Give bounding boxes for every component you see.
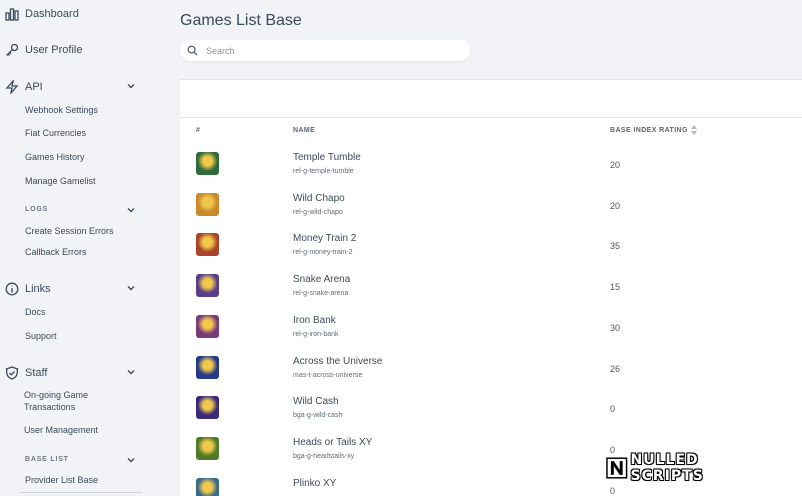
game-rating: 26	[610, 363, 621, 374]
game-thumbnail[interactable]	[196, 314, 219, 338]
table-row[interactable]: Wild Cash bga-g-wild-cash 0	[180, 396, 802, 437]
chevron-down-icon[interactable]	[126, 283, 136, 293]
sidebar-item-docs[interactable]: Docs	[25, 306, 46, 318]
sidebar-item-label: User Profile	[25, 44, 83, 56]
games-table: # NAME BASE INDEX RATING Temple Tumble re…	[180, 118, 802, 496]
watermark-text: NULLED SCRIPTS	[630, 452, 704, 484]
game-name[interactable]: Wild Chapo	[293, 193, 345, 204]
game-rating: 20	[610, 200, 621, 211]
sidebar-section-base-list: BASE LIST	[25, 456, 69, 463]
watermark: NULLED SCRIPTS	[605, 452, 775, 484]
game-thumbnail[interactable]	[196, 477, 219, 496]
game-slug: rel-g-snake-arena	[293, 290, 349, 298]
game-name[interactable]: Heads or Tails XY	[293, 437, 372, 448]
game-thumbnail[interactable]	[196, 274, 219, 298]
sidebar-item-user-management[interactable]: User Management	[24, 424, 98, 436]
column-header-rating[interactable]: BASE INDEX RATING	[610, 127, 688, 134]
game-slug: rel-g-money-train-2	[293, 249, 353, 257]
sidebar-active-indicator	[20, 492, 142, 496]
filter-panel	[180, 79, 802, 118]
game-slug: rel-g-temple-tumble	[293, 168, 354, 175]
game-rating: 0	[610, 404, 616, 415]
sidebar-item-label: Dashboard	[25, 8, 79, 20]
game-thumbnail[interactable]	[196, 233, 219, 257]
game-rating: 30	[610, 322, 621, 333]
game-name[interactable]: Plinko XY	[293, 478, 336, 489]
game-slug: mas-t-across-universe	[293, 371, 363, 379]
column-header-index: #	[196, 127, 201, 134]
sidebar: Dashboard User Profile API Webhook Setti…	[0, 0, 150, 496]
sidebar-item-support[interactable]: Support	[25, 330, 57, 342]
search-input[interactable]	[206, 44, 456, 57]
game-rating: 15	[610, 282, 621, 293]
sidebar-item-dashboard[interactable]: Dashboard	[0, 5, 150, 25]
sidebar-item-label: API	[25, 81, 43, 93]
chevron-down-icon[interactable]	[126, 367, 136, 377]
game-name[interactable]: Temple Tumble	[293, 152, 361, 163]
game-name[interactable]: Wild Cash	[293, 396, 339, 407]
game-slug: rel-g-wild-chapo	[293, 208, 343, 216]
sidebar-item-api[interactable]: API	[0, 78, 150, 98]
game-name[interactable]: Across the Universe	[293, 356, 382, 367]
chevron-down-icon[interactable]	[126, 205, 136, 215]
game-name[interactable]: Snake Arena	[293, 274, 350, 285]
lightning-icon	[5, 80, 19, 94]
sidebar-item-games-history[interactable]: Games History	[25, 151, 85, 163]
game-thumbnail[interactable]	[196, 192, 219, 216]
sidebar-item-provider-list-base[interactable]: Provider List Base	[25, 474, 98, 486]
game-name[interactable]: Money Train 2	[293, 233, 356, 244]
sort-icon[interactable]	[690, 124, 698, 136]
sidebar-item-manage-gamelist[interactable]: Manage Gamelist	[25, 175, 96, 187]
main-content: Games List Base # NAME BASE INDEX RATING…	[180, 0, 802, 496]
sidebar-item-create-session-errors[interactable]: Create Session Errors	[25, 225, 114, 237]
bar-chart-icon	[5, 8, 19, 21]
chevron-down-icon[interactable]	[126, 455, 136, 465]
sidebar-item-fiat-currencies[interactable]: Fiat Currencies	[25, 127, 86, 139]
shield-check-icon	[5, 366, 19, 380]
column-header-name[interactable]: NAME	[293, 127, 315, 134]
game-rating: 35	[610, 241, 621, 252]
sidebar-item-callback-errors[interactable]: Callback Errors	[25, 246, 87, 258]
sidebar-item-webhook-settings[interactable]: Webhook Settings	[25, 104, 98, 116]
table-row[interactable]: Temple Tumble rel-g-temple-tumble 20	[180, 152, 802, 193]
table-row[interactable]: Wild Chapo rel-g-wild-chapo 20	[180, 192, 802, 234]
search-box	[180, 40, 470, 61]
table-row[interactable]: Snake Arena rel-g-snake-arena 15	[180, 274, 802, 315]
sidebar-item-links[interactable]: Links	[0, 280, 150, 300]
game-rating: 20	[610, 160, 621, 170]
game-slug: rel-g-iron-bank	[293, 330, 339, 338]
table-row[interactable]: Money Train 2 rel-g-money-train-2 35	[180, 233, 802, 274]
info-icon	[5, 282, 19, 296]
sidebar-item-staff[interactable]: Staff	[0, 364, 150, 384]
sidebar-item-label: Links	[25, 283, 51, 295]
game-name[interactable]: Iron Bank	[293, 315, 336, 326]
search-icon	[187, 45, 198, 56]
sidebar-section-logs: LOGS	[25, 206, 49, 213]
game-rating: 0	[610, 485, 616, 496]
sidebar-item-user-profile[interactable]: User Profile	[0, 41, 150, 61]
table-row[interactable]: Across the Universe mas-t-across-universe…	[180, 355, 802, 397]
game-thumbnail[interactable]	[196, 436, 219, 460]
game-slug: bga-g-wild-cash	[293, 412, 343, 420]
nulled-scripts-logo-icon	[606, 457, 628, 479]
game-thumbnail[interactable]	[196, 396, 219, 420]
sidebar-item-ongoing-game-transactions[interactable]: On-going Game Transactions	[24, 389, 114, 413]
chevron-down-icon[interactable]	[126, 81, 136, 91]
page-title: Games List Base	[180, 12, 302, 29]
table-row[interactable]: Iron Bank rel-g-iron-bank 30	[180, 314, 802, 356]
sidebar-item-label: Staff	[25, 367, 48, 379]
game-thumbnail[interactable]	[196, 355, 219, 379]
game-thumbnail[interactable]	[196, 152, 219, 175]
game-slug: bga-g-headstails-xy	[293, 452, 355, 460]
key-icon	[6, 43, 19, 56]
